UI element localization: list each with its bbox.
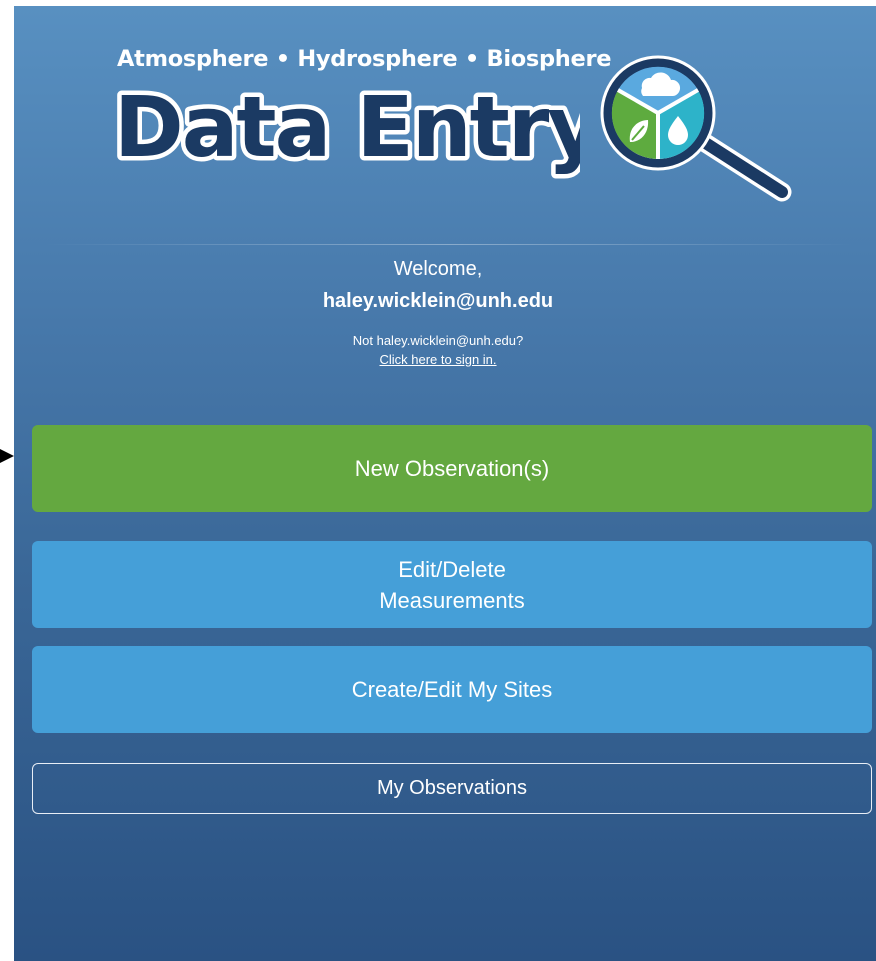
new-observation-button[interactable]: New Observation(s) [32, 425, 872, 512]
edit-delete-label-line1: Edit/Delete [398, 556, 506, 582]
my-observations-label: My Observations [376, 777, 528, 799]
create-edit-sites-label: Create/Edit My Sites [351, 677, 553, 702]
action-buttons: New Observation(s) Edit/Delete Measureme… [14, 6, 876, 961]
new-observation-label: New Observation(s) [354, 456, 550, 481]
my-observations-button[interactable]: My Observations [32, 763, 872, 814]
create-edit-sites-button[interactable]: Create/Edit My Sites [32, 646, 872, 733]
edit-delete-measurements-button[interactable]: Edit/Delete Measurements [32, 541, 872, 628]
edit-delete-label-line2: Measurements [379, 587, 525, 613]
pointer-arrow-icon [0, 449, 14, 463]
